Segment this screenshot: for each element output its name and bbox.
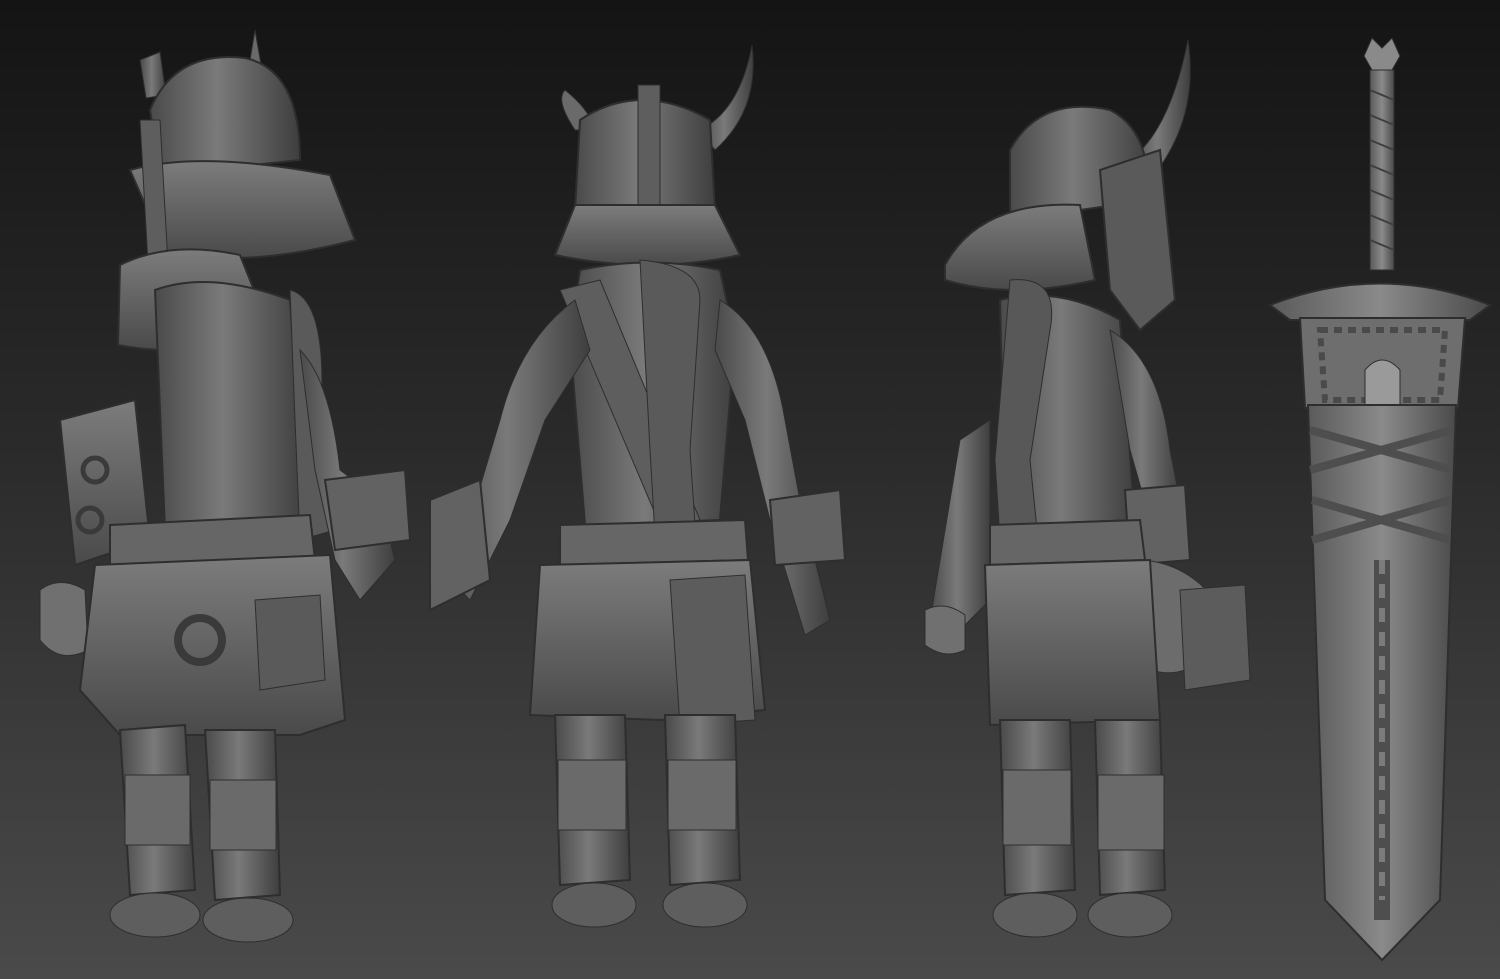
greave (209, 779, 277, 851)
belt-pouch (1179, 584, 1251, 691)
face-mask (1098, 148, 1177, 332)
helmet-brim (944, 203, 1097, 291)
right-foot (202, 897, 294, 943)
left-foot (109, 892, 201, 938)
greave (124, 774, 191, 846)
belt (559, 518, 750, 567)
left-hand (924, 605, 966, 655)
helmet-dome (148, 56, 302, 177)
right-foot (662, 882, 748, 928)
figure-view-back (429, 44, 847, 928)
wrist-cuff (768, 488, 847, 567)
helmet-brim (553, 204, 742, 266)
right-foot (1087, 892, 1173, 938)
pants (983, 558, 1162, 727)
greave (1097, 774, 1165, 851)
ricasso-window (1364, 359, 1401, 409)
figure-view-right (924, 39, 1251, 938)
torso (153, 281, 307, 532)
sculpt-render (39, 29, 1493, 962)
figure-view-left (39, 29, 412, 943)
left-hand (39, 582, 89, 657)
helmet-crest (637, 84, 661, 221)
sword-view (1267, 37, 1493, 962)
belt (989, 518, 1147, 567)
gauntlet (429, 478, 492, 612)
greave (1002, 769, 1072, 846)
wrist-cuff (323, 468, 412, 552)
belt-pouch (669, 574, 756, 726)
sword-pommel (1363, 37, 1401, 71)
belt-pouch (254, 594, 326, 691)
render-canvas (0, 0, 1500, 979)
greave (557, 759, 627, 831)
left-foot (551, 882, 637, 928)
sword-crossguard (1267, 282, 1493, 321)
left-foot (992, 892, 1078, 938)
greave (667, 759, 737, 831)
